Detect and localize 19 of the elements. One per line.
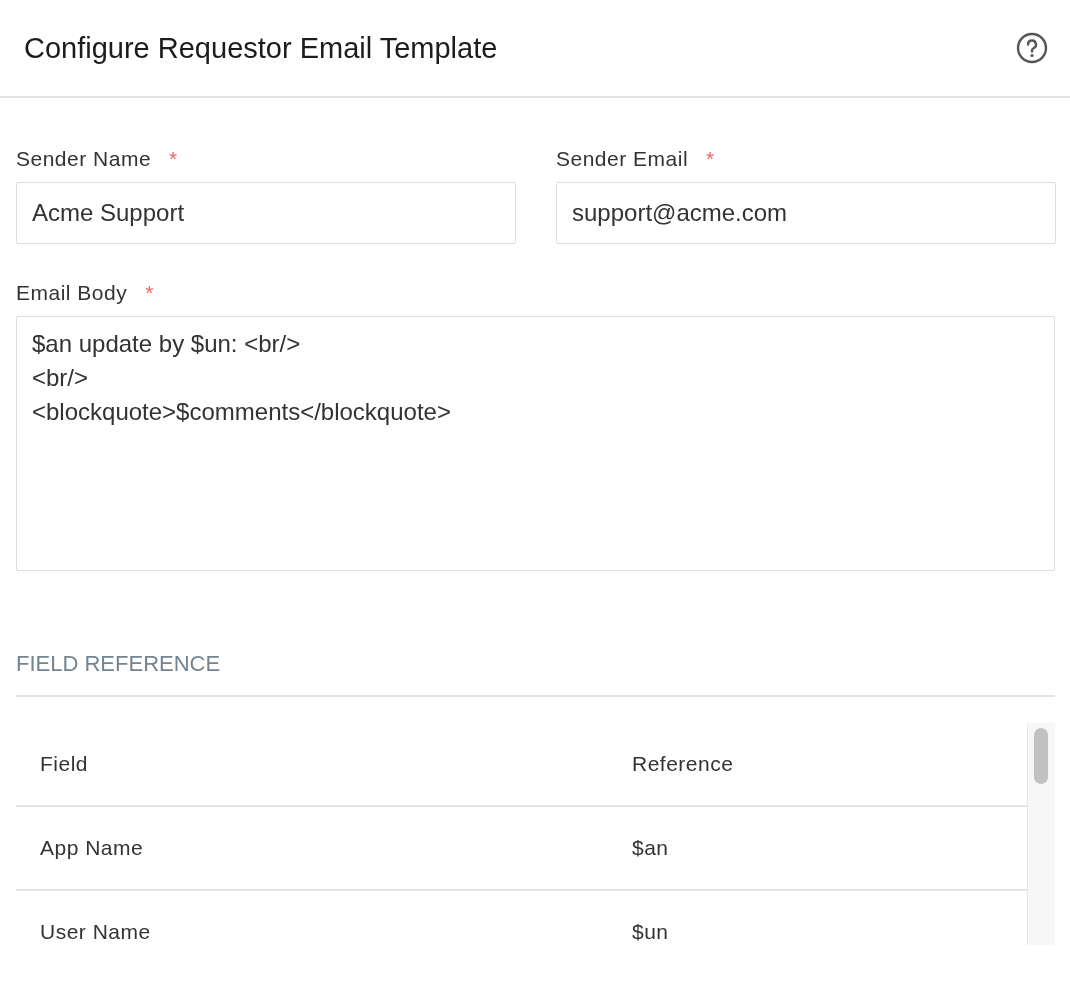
table-cell-text: App Name [39, 836, 145, 860]
field-label: Sender Name [16, 147, 152, 171]
required-mark: * [145, 281, 154, 305]
required-mark: * [169, 147, 178, 171]
section-heading: FIELD REFERENCE [16, 651, 1055, 697]
help-icon[interactable] [1016, 32, 1048, 64]
scrollbar[interactable] [1027, 723, 1055, 945]
field-label: Email Body [16, 281, 128, 305]
text-field[interactable]: support@acme.com [556, 182, 1056, 244]
email-body-field[interactable]: $an update by $un: <br/> <br/> <blockquote>$comments</blockquote> [16, 316, 1055, 571]
required-mark: * [706, 147, 715, 171]
table-cell-text: $an [631, 836, 670, 860]
text-field[interactable]: Acme Support [16, 182, 516, 244]
dialog-title: Configure Requestor Email Template [24, 31, 498, 65]
column-header: Reference [631, 752, 735, 776]
table-cell-text: User Name [39, 920, 152, 944]
column-header: Field [39, 752, 90, 776]
field-label: Sender Email [556, 147, 689, 171]
table-cell-text: $un [631, 920, 670, 944]
